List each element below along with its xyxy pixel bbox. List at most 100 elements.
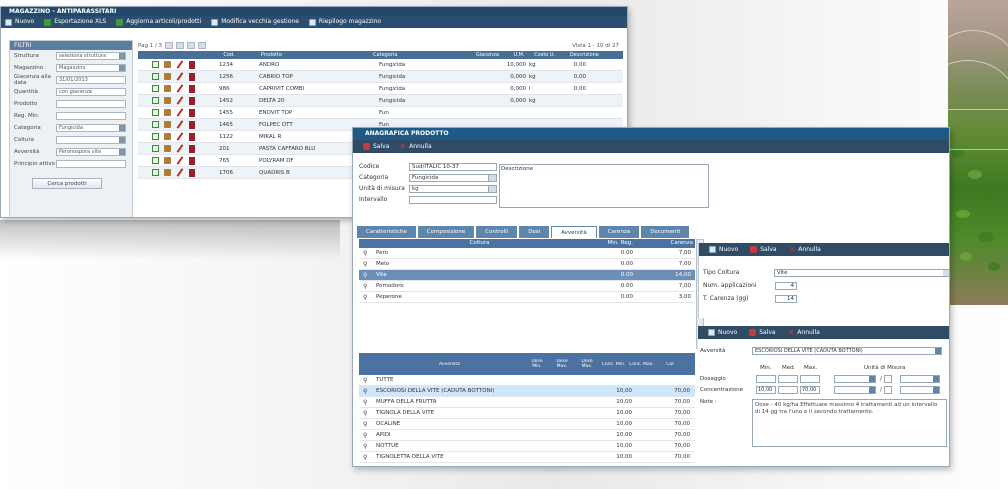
edit-icon[interactable] <box>176 144 184 153</box>
save-icon[interactable] <box>152 145 159 152</box>
column-header[interactable]: Min. Reg. <box>583 239 633 248</box>
delete-icon[interactable] <box>189 108 195 117</box>
list-item[interactable]: ⚲ TIGNOLA DELLA VITE 10,00 70,00 <box>359 408 695 419</box>
tab-4[interactable]: Avversità <box>551 226 597 238</box>
pin-icon[interactable]: ⚲ <box>359 432 373 439</box>
filter-field[interactable] <box>56 160 126 168</box>
tab-6[interactable]: Documenti <box>641 226 690 238</box>
pin-icon[interactable]: ⚲ <box>359 410 373 417</box>
list-item[interactable]: ⚲ TUTTE <box>359 375 695 386</box>
form-field[interactable]: Fungicida <box>409 173 497 182</box>
search-products-button[interactable]: Cerca prodotti <box>32 178 102 189</box>
column-header[interactable]: Prodotto <box>258 51 370 59</box>
save-button[interactable]: Salva <box>749 329 776 336</box>
pin-icon[interactable]: ⚲ <box>359 399 373 406</box>
pin-icon[interactable]: ⚲ <box>359 388 373 395</box>
filter-field[interactable]: 31/01/2013 <box>56 76 126 84</box>
dose-max-field[interactable] <box>800 374 820 383</box>
tab-0[interactable]: Caratteristiche <box>357 226 416 238</box>
new-button[interactable]: Nuovo <box>708 329 737 336</box>
column-header[interactable]: Dose Min. <box>523 359 548 369</box>
list-item[interactable]: ⚲ TIGNOLETTA DELLA VITE 10,00 70,00 <box>359 452 695 463</box>
pin-icon[interactable]: ⚲ <box>359 294 373 301</box>
basket-icon[interactable] <box>164 73 171 80</box>
delete-icon[interactable] <box>189 72 195 81</box>
column-header[interactable]: Cod. <box>220 51 258 59</box>
note-field[interactable]: Dose - 40 kg/ha Effettuare massimo 4 tra… <box>752 399 947 447</box>
basket-icon[interactable] <box>164 121 171 128</box>
list-item[interactable]: ⚲ OCALINE 10,00 70,00 <box>359 419 695 430</box>
delete-icon[interactable] <box>189 96 195 105</box>
delete-icon[interactable] <box>189 168 195 177</box>
column-header[interactable]: Dose Max. <box>548 359 573 369</box>
list-item[interactable]: ⚲ Melo 0.00 7,00 <box>359 259 695 270</box>
edit-icon[interactable] <box>176 96 184 105</box>
basket-icon[interactable] <box>164 61 171 68</box>
conc-min-field[interactable]: 10,00 <box>756 385 776 394</box>
list-item[interactable]: ⚲ Pomodoro 0.00 7,00 <box>359 281 695 292</box>
list-item[interactable]: ⚲ APIDI 10,00 70,00 <box>359 430 695 441</box>
edit-icon[interactable] <box>176 168 184 177</box>
save-icon[interactable] <box>152 133 159 140</box>
dose-per-field[interactable] <box>884 374 892 383</box>
conc-max-field[interactable]: 70,00 <box>800 385 820 394</box>
save-icon[interactable] <box>152 61 159 68</box>
tab-5[interactable]: Carenza <box>598 226 640 238</box>
form-field[interactable]: 14 <box>775 294 797 303</box>
table-row[interactable]: 1455 ENOVIT TOP Fun <box>138 107 623 119</box>
edit-icon[interactable] <box>176 132 184 141</box>
delete-icon[interactable] <box>189 144 195 153</box>
list-item[interactable]: ⚲ Vite 0.00 14,00 <box>359 270 695 281</box>
save-icon[interactable] <box>152 97 159 104</box>
column-header[interactable]: Costo U. <box>531 51 567 59</box>
pin-icon[interactable]: ⚲ <box>359 250 373 257</box>
delete-icon[interactable] <box>189 120 195 129</box>
list-item[interactable]: ⚲ MUFFA DELLA FRUTTA 10,00 70,00 <box>359 397 695 408</box>
pin-icon[interactable]: ⚲ <box>359 272 373 279</box>
save-button[interactable]: Salva <box>363 143 389 150</box>
list-item[interactable]: ⚲ ESCORIOSI DELLA VITE (CADUTA BOTTONI) 10… <box>359 386 695 397</box>
column-header[interactable]: Conc. Min. <box>598 362 626 367</box>
cancel-button[interactable]: ✕ Annulla <box>399 143 431 151</box>
pin-icon[interactable]: ⚲ <box>359 377 373 384</box>
basket-icon[interactable] <box>164 169 171 176</box>
filter-field[interactable]: con giacenza <box>56 88 126 96</box>
toolbar-button-1[interactable]: Esportazione XLS <box>44 16 106 28</box>
cancel-button[interactable]: ✕ Annulla <box>789 246 821 254</box>
basket-icon[interactable] <box>164 157 171 164</box>
edit-icon[interactable] <box>176 156 184 165</box>
column-header[interactable]: Carenza <box>633 239 693 248</box>
pin-icon[interactable]: ⚲ <box>359 443 373 450</box>
basket-icon[interactable] <box>164 109 171 116</box>
column-header[interactable]: Avversità <box>373 362 523 367</box>
tab-1[interactable]: Composizione <box>417 226 475 238</box>
conc-per-field[interactable] <box>884 385 892 394</box>
save-icon[interactable] <box>152 121 159 128</box>
pin-icon[interactable]: ⚲ <box>359 421 373 428</box>
filter-field[interactable] <box>56 100 126 108</box>
table-row[interactable]: 1256 CABRIO TOP Fungicida 0,000 kg 0,00 <box>138 71 623 83</box>
delete-icon[interactable] <box>189 60 195 69</box>
edit-icon[interactable] <box>176 72 184 81</box>
column-header[interactable] <box>359 239 373 248</box>
basket-icon[interactable] <box>164 97 171 104</box>
save-button[interactable]: Salva <box>750 246 777 253</box>
new-button[interactable]: Nuovo <box>709 246 738 253</box>
tab-2[interactable]: Controlli <box>476 226 518 238</box>
table-row[interactable]: 986 CAPRIVIT COMBI Fungicida 0,000 l 0,00 <box>138 83 623 95</box>
save-icon[interactable] <box>152 85 159 92</box>
pin-icon[interactable]: ⚲ <box>359 454 373 461</box>
pin-icon[interactable]: ⚲ <box>359 261 373 268</box>
conc-area-select[interactable] <box>900 385 940 394</box>
delete-icon[interactable] <box>189 156 195 165</box>
pin-icon[interactable]: ⚲ <box>359 283 373 290</box>
column-header[interactable]: Giacenza <box>473 51 511 59</box>
table-row[interactable]: 1234 ANDRO Fungicida 10,000 kg 0,00 <box>138 59 623 71</box>
basket-icon[interactable] <box>164 145 171 152</box>
toolbar-button-0[interactable]: Nuovo <box>5 16 34 28</box>
toolbar-button-2[interactable]: Aggiorna articoli/prodotti <box>116 16 201 28</box>
list-item[interactable]: ⚲ Pero 0.00 7,00 <box>359 248 695 259</box>
column-header[interactable]: Conc. Max. <box>626 362 654 367</box>
table-row[interactable]: 1452 DELTA 20 Fungicida 0,000 kg <box>138 95 623 107</box>
form-field[interactable]: 4 <box>775 281 797 290</box>
